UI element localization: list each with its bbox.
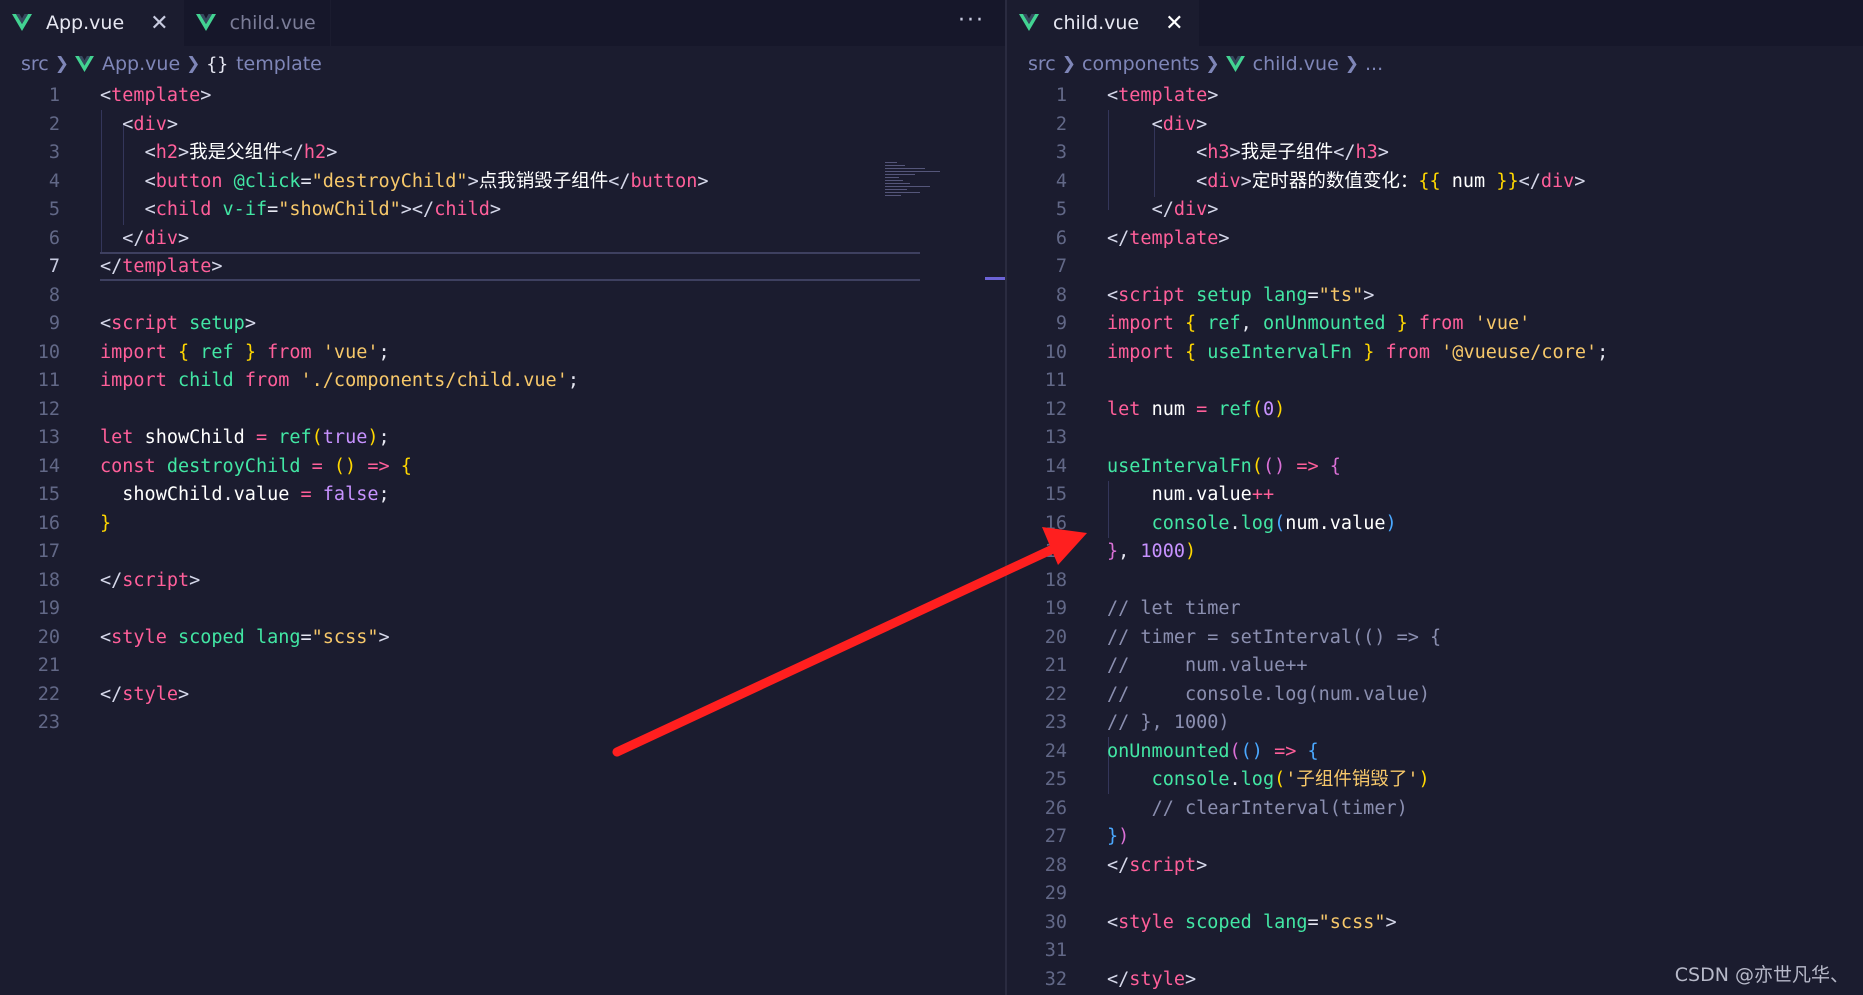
code-line: 8 [48, 284, 60, 306]
code-line: 21// num.value++ [1044, 655, 1308, 676]
code-line: 18 </script> [37, 569, 201, 591]
code-line: 9 <script setup> [48, 313, 256, 334]
code-line: 23 [37, 712, 60, 733]
code-line: 3 <h2>我是父组件</h2> [48, 142, 338, 163]
code-line: 2 <div> [1055, 113, 1208, 135]
code-line: 13 [1044, 427, 1067, 448]
vue-file-icon [75, 55, 94, 72]
code-line: 28 </script> [1044, 854, 1208, 876]
tab-label: child.vue [1053, 12, 1140, 34]
tab-child-vue[interactable]: child.vue [184, 0, 331, 46]
vue-file-icon [12, 14, 32, 31]
code-line: 26 // clearInterval(timer) [1044, 797, 1408, 819]
code-line: 24 onUnmounted(() => { [1044, 740, 1319, 762]
code-line: 11 [1044, 370, 1067, 391]
code-line: 14 useIntervalFn(() => { [1044, 455, 1341, 477]
code-line: 6 </div> [48, 227, 190, 249]
code-line: 12 let num = ref(0) [1044, 398, 1286, 420]
code-line: 22 </style> [37, 683, 190, 705]
code-line: 14 const destroyChild = () => { [37, 455, 412, 477]
breadcrumb-item[interactable]: ... [1365, 53, 1383, 75]
code-line: 20 <style scoped lang="scss"> [37, 626, 390, 648]
code-line: 19 [37, 598, 60, 619]
code-line: 25 console.log('子组件销毁了') [1044, 769, 1430, 790]
tab-app-vue[interactable]: App.vue ✕ [0, 0, 184, 46]
code-line: 1 <template> [1055, 85, 1219, 106]
code-line: 8 <script setup lang="ts"> [1055, 284, 1375, 306]
code-editor-right[interactable]: 1 <template> 2 <div> 3 <h3>我是子组件</h3> 4 <… [1007, 82, 1863, 995]
vue-file-icon [1225, 55, 1245, 72]
code-line: 3 <h3>我是子组件</h3> [1055, 142, 1389, 163]
chevron-right-icon: ❯ [186, 54, 201, 74]
breadcrumb: src ❯ App.vue ❯ {} template [0, 46, 1005, 82]
code-line: 4 <button @click="destroyChild">点我销毁子组件<… [48, 170, 709, 192]
breadcrumb: src ❯ components ❯ child.vue ❯ ... [1007, 46, 1863, 82]
code-line: 27}) [1044, 826, 1130, 847]
chevron-right-icon: ❯ [1344, 54, 1360, 74]
breadcrumb-item[interactable]: child.vue [1253, 53, 1339, 75]
code-line: 17 [37, 541, 60, 562]
code-line: 21 [37, 655, 60, 676]
breadcrumb-item[interactable]: components [1082, 53, 1199, 75]
code-line: 11 import child from './components/child.… [37, 370, 579, 391]
close-tab-icon[interactable]: ✕ [1165, 11, 1183, 36]
code-line: 9 import { ref, onUnmounted } from 'vue' [1055, 313, 1531, 334]
vue-file-icon [1019, 14, 1039, 31]
code-line: 15 showChild.value = false; [37, 484, 390, 505]
code-line: 16} [37, 512, 112, 534]
code-line: 2 <div> [48, 113, 178, 135]
chevron-right-icon: ❯ [1061, 54, 1076, 74]
code-line: 15 num.value++ [1044, 484, 1275, 505]
code-line: 5 <child v-if="showChild"></child> [48, 199, 502, 220]
code-line: 18 [1044, 569, 1067, 591]
tab-bar-right: child.vue ✕ [1007, 0, 1863, 46]
breadcrumb-item[interactable]: src [1028, 53, 1056, 75]
editor-group-right: child.vue ✕ src ❯ components ❯ child.vue… [1007, 0, 1863, 995]
breadcrumb-item[interactable]: src [21, 53, 49, 75]
chevron-right-icon: ❯ [54, 54, 69, 74]
close-tab-icon[interactable]: ✕ [150, 11, 168, 36]
code-line: 29 [1044, 883, 1067, 904]
code-line: 22// console.log(num.value) [1044, 683, 1431, 705]
code-line: 10 import { ref } from 'vue'; [37, 341, 390, 363]
more-actions-icon[interactable]: ··· [958, 8, 985, 33]
code-line: 23// }, 1000) [1044, 712, 1230, 733]
tab-bar-left: App.vue ✕ child.vue ··· [0, 0, 1005, 46]
code-line: 16 console.log(num.value) [1044, 512, 1397, 534]
code-line: 5 </div> [1055, 199, 1219, 220]
breadcrumb-item[interactable]: App.vue [102, 53, 180, 75]
code-line: 12 [37, 398, 60, 420]
editor-group-left: App.vue ✕ child.vue ··· src ❯ App.vue ❯ … [0, 0, 1005, 995]
code-line: 7 </template> [48, 256, 223, 277]
breadcrumb-item[interactable]: template [236, 53, 322, 75]
code-line: 7 [1055, 256, 1067, 277]
code-line: 20// timer = setInterval(() => { [1044, 626, 1442, 648]
chevron-right-icon: ❯ [1205, 54, 1220, 74]
watermark: CSDN @亦世凡华、 [1674, 964, 1849, 986]
code-line: 17}, 1000) [1044, 541, 1197, 562]
braces-icon: {} [206, 53, 229, 75]
tab-label: App.vue [46, 12, 125, 34]
tab-label: child.vue [229, 12, 316, 34]
code-line: 13 let showChild = ref(true); [37, 427, 390, 448]
code-editor-left[interactable]: 1 <template> 2 <div> 3 <h2>我是父组件</h2> 4 <… [0, 82, 1005, 995]
scrollbar-marker[interactable] [985, 277, 1005, 280]
code-line: 1 <template> [48, 85, 212, 106]
vue-file-icon [195, 14, 216, 31]
code-line: 6 </template> [1055, 227, 1230, 249]
code-line: 4 <div>定时器的数值变化：{{ num }}</div> [1055, 170, 1586, 192]
minimap[interactable] [885, 162, 945, 212]
tab-child-vue-active[interactable]: child.vue ✕ [1007, 0, 1199, 46]
code-line: 19// let timer [1044, 598, 1241, 619]
code-line: 10 import { useIntervalFn } from '@vueuse… [1044, 341, 1609, 363]
code-line: 30 <style scoped lang="scss"> [1044, 911, 1397, 933]
